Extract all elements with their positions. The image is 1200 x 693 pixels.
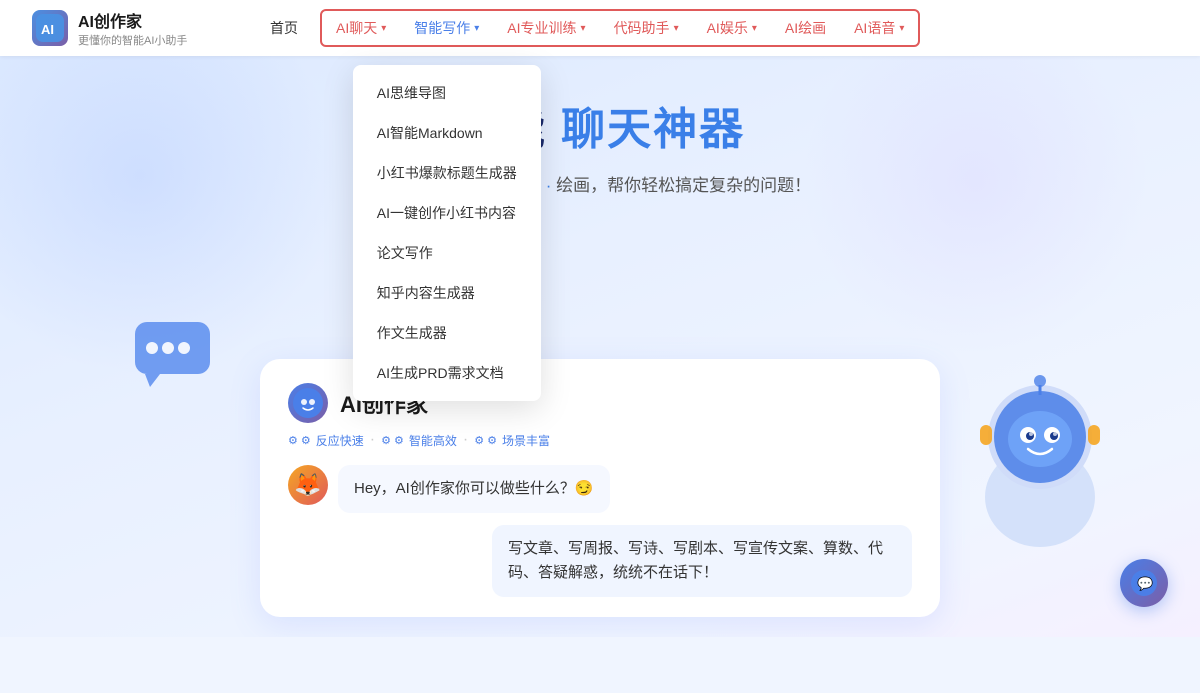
chevron-voice-icon: ▾ <box>899 23 904 34</box>
svg-text:AI: AI <box>41 22 54 37</box>
hero-subtitle-highlight: · <box>546 176 552 195</box>
dropdown-item-mindmap[interactable]: AI思维导图 <box>353 73 541 113</box>
chat-messages: 🦊 Hey，AI创作家你可以做些什么？😏 写文章、写周报、写诗、写剧本、写宣传文… <box>288 465 912 597</box>
dropdown-item-markdown[interactable]: AI智能Markdown <box>353 113 541 153</box>
nav-item-ai-chat[interactable]: AI聊天 ▾ <box>322 9 400 47</box>
nav-item-smart-write[interactable]: 智能写作 ▾ AI思维导图 AI智能Markdown 小红书爆款标题生成器 AI… <box>400 9 493 47</box>
nav-label-voice: AI语音 <box>854 18 895 38</box>
chevron-ai-pro-icon: ▾ <box>581 23 586 34</box>
dropdown-item-essay[interactable]: 作文生成器 <box>353 313 541 353</box>
dropdown-item-xiaohongshu-title[interactable]: 小红书爆款标题生成器 <box>353 153 541 193</box>
tag-dot2: · <box>463 431 468 449</box>
logo-subtitle: 更懂你的智能AI小助手 <box>78 32 187 48</box>
bot-avatar <box>288 383 328 423</box>
bot-message-row: 写文章、写周报、写诗、写剧本、写宣传文案、算数、代码、答疑解惑，统统不在话下！ <box>288 525 912 597</box>
user-avatar: 🦊 <box>288 465 328 505</box>
tag-dot1: · <box>370 431 375 449</box>
floating-action-button[interactable]: 💬 <box>1120 559 1168 607</box>
speech-bubble-decoration <box>130 317 220 387</box>
chevron-code-icon: ▾ <box>674 23 679 34</box>
nav-label-code: 代码助手 <box>614 18 670 38</box>
logo-title: AI创作家 <box>78 8 187 32</box>
nav-item-code[interactable]: 代码助手 ▾ <box>600 9 693 47</box>
nav-label-painting: AI绘画 <box>785 18 826 38</box>
robot-character <box>950 357 1130 557</box>
nav-label-ai-chat: AI聊天 <box>336 18 377 38</box>
bot-message-bubble: 写文章、写周报、写诗、写剧本、写宣传文案、算数、代码、答疑解惑，统统不在话下！ <box>492 525 912 597</box>
nav-item-painting[interactable]: AI绘画 <box>771 9 840 47</box>
chat-tags: ⚙ 反应快速 · ⚙ 智能高效 · ⚙ 场景丰富 <box>288 431 912 449</box>
header: AI AI创作家 更懂你的智能AI小助手 首页 AI聊天 ▾ <box>0 0 1200 56</box>
dropdown-item-thesis[interactable]: 论文写作 <box>353 233 541 273</box>
nav-label-entertainment: AI娱乐 <box>707 18 748 38</box>
chat-tag2: ⚙ 智能高效 <box>381 432 457 449</box>
logo-area[interactable]: AI AI创作家 更懂你的智能AI小助手 <box>32 8 212 48</box>
svg-text:💬: 💬 <box>1137 576 1153 591</box>
user-message-row: 🦊 Hey，AI创作家你可以做些什么？😏 <box>288 465 912 513</box>
chat-tag1: ⚙ 反应快速 <box>288 432 364 449</box>
nav-item-entertainment[interactable]: AI娱乐 ▾ <box>693 9 771 47</box>
dropdown-item-xiaohongshu-content[interactable]: AI一键创作小红书内容 <box>353 193 541 233</box>
hero-section: 智能 聊天神器 宛如真人的AI小助理 · 绘画，帮你轻松搞定复杂的问题！ 立即体… <box>0 56 1200 637</box>
smart-write-dropdown: AI思维导图 AI智能Markdown 小红书爆款标题生成器 AI一键创作小红书… <box>353 65 541 401</box>
user-message-bubble: Hey，AI创作家你可以做些什么？😏 <box>338 465 610 513</box>
hero-subtitle-part2: 绘画，帮你轻松搞定复杂的问题！ <box>556 176 811 195</box>
logo-text: AI创作家 更懂你的智能AI小助手 <box>78 8 187 48</box>
chevron-entertainment-icon: ▾ <box>752 23 757 34</box>
nav-item-home[interactable]: 首页 <box>252 0 316 56</box>
nav-item-ai-pro[interactable]: AI专业训练 ▾ <box>493 9 599 47</box>
chevron-smart-write-icon: ▾ <box>474 23 479 34</box>
nav-item-voice[interactable]: AI语音 ▾ <box>840 9 918 47</box>
logo-icon: AI <box>32 10 68 46</box>
chat-tag3: ⚙ 场景丰富 <box>474 432 550 449</box>
hero-bg-circle2 <box>800 56 1150 356</box>
hero-title-part2: 聊天神器 <box>561 105 745 154</box>
user-message-text: Hey，AI创作家你可以做些什么？😏 <box>354 480 594 497</box>
dropdown-item-zhihu[interactable]: 知乎内容生成器 <box>353 273 541 313</box>
bot-message-text: 写文章、写周报、写诗、写剧本、写宣传文案、算数、代码、答疑解惑，统统不在话下！ <box>508 540 883 581</box>
nav-label-ai-pro: AI专业训练 <box>507 18 576 38</box>
main-nav: 首页 AI聊天 ▾ 智能写作 ▾ AI思维导图 AI智能Markdown 小红书… <box>252 0 1168 56</box>
nav-label-smart-write: 智能写作 <box>414 18 470 38</box>
nav-label-home: 首页 <box>270 18 298 38</box>
chevron-ai-chat-icon: ▾ <box>381 23 386 34</box>
dropdown-item-prd[interactable]: AI生成PRD需求文档 <box>353 353 541 393</box>
